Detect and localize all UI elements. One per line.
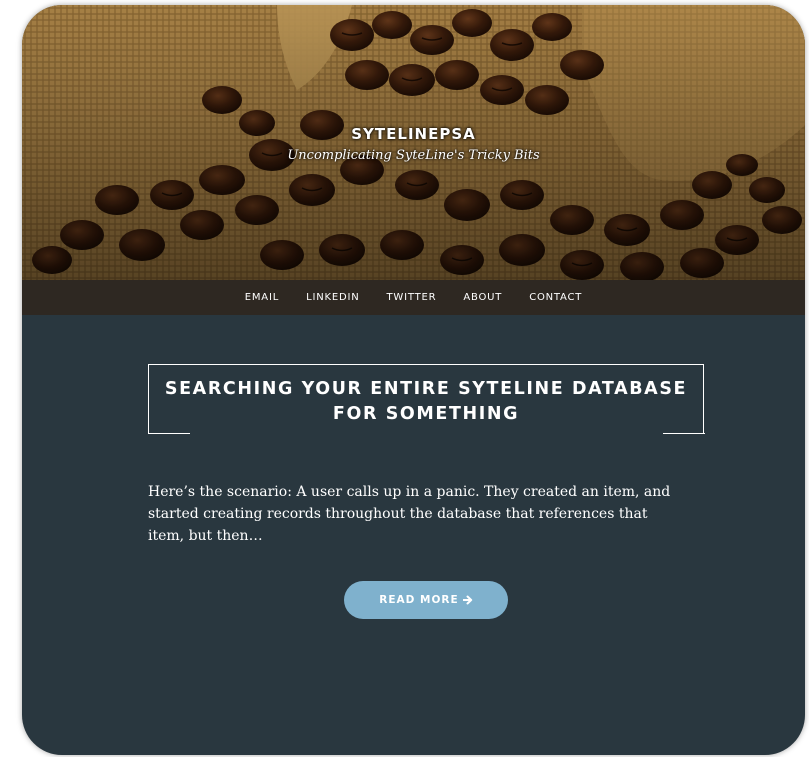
nav-item-linkedin[interactable]: LINKEDIN (293, 280, 373, 315)
nav-item-email[interactable]: EMAIL (231, 280, 292, 315)
read-more-label: READ MORE (379, 594, 459, 606)
nav-item-contact[interactable]: CONTACT (516, 280, 596, 315)
page-frame: SYTELINEPSA Uncomplicating SyteLine's Tr… (22, 5, 805, 755)
site-tagline: Uncomplicating SyteLine's Tricky Bits (287, 148, 540, 163)
post-title-box: SEARCHING YOUR ENTIRE SYTELINE DATABASE … (147, 364, 705, 434)
header-hero-image: SYTELINEPSA Uncomplicating SyteLine's Tr… (22, 5, 805, 280)
main-navigation: EMAIL LINKEDIN TWITTER ABOUT CONTACT (22, 280, 805, 315)
post-excerpt: Here’s the scenario: A user calls up in … (148, 484, 671, 544)
title-box-corner-left (147, 432, 190, 434)
title-box-corner-right (662, 432, 705, 434)
post-title[interactable]: SEARCHING YOUR ENTIRE SYTELINE DATABASE … (149, 377, 703, 427)
read-more-button[interactable]: READ MORE (344, 581, 508, 619)
arrow-right-icon (462, 595, 472, 605)
nav-item-about[interactable]: ABOUT (450, 280, 516, 315)
site-title[interactable]: SYTELINEPSA (22, 125, 805, 143)
nav-item-twitter[interactable]: TWITTER (373, 280, 450, 315)
